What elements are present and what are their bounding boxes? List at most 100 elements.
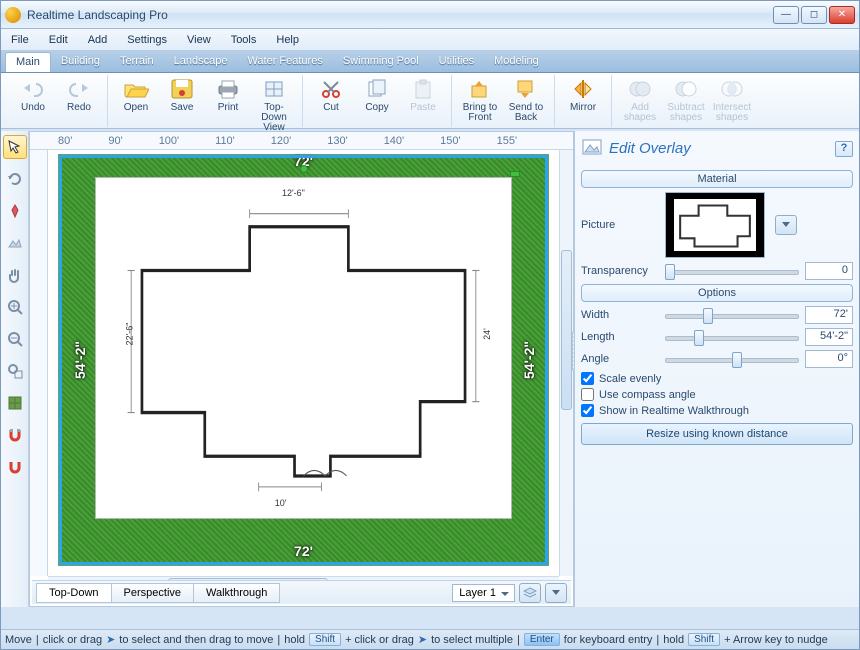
save-button[interactable]: Save (160, 77, 204, 113)
copy-icon (363, 77, 391, 101)
scrollbar-vertical[interactable] (559, 150, 573, 576)
help-button[interactable]: ? (835, 141, 853, 157)
angle-slider[interactable] (665, 351, 799, 367)
lot-outline[interactable]: 72' 72' 54'-2" 54'-2" 12'-6" (58, 154, 549, 566)
tab-utilities[interactable]: Utilities (429, 52, 484, 72)
tab-building[interactable]: Building (51, 52, 110, 72)
rotate-handle-icon[interactable] (300, 165, 308, 173)
tab-main[interactable]: Main (5, 52, 51, 72)
dim-inner-right: 24' (482, 328, 492, 340)
transparency-slider[interactable] (665, 263, 799, 279)
menu-help[interactable]: Help (272, 32, 303, 48)
send-back-icon (512, 77, 540, 101)
ribbon-tabs: Main Building Terrain Landscape Water Fe… (1, 51, 859, 73)
topdown-icon (260, 77, 288, 101)
menu-view[interactable]: View (183, 32, 215, 48)
transparency-value[interactable]: 0 (805, 262, 853, 280)
terrain-tool[interactable] (3, 231, 27, 255)
length-value[interactable]: 54'-2" (805, 328, 853, 346)
ruler-vertical (30, 150, 48, 576)
zoom-out-tool[interactable] (3, 327, 27, 351)
status-move: Move (5, 634, 32, 646)
resize-known-distance-button[interactable]: Resize using known distance (581, 423, 853, 445)
print-button[interactable]: Print (206, 77, 250, 113)
ruler-horizontal: 80'90'100'110'120'130'140'150'155' (30, 132, 573, 150)
panel-title: Edit Overlay (609, 140, 691, 157)
add-shapes-icon (626, 77, 654, 101)
floor-plan: 12'-6" 22'-6" 24' 10' (124, 194, 483, 500)
open-button[interactable]: Open (114, 77, 158, 113)
view-walkthrough[interactable]: Walkthrough (193, 583, 280, 603)
menu-add[interactable]: Add (84, 32, 112, 48)
left-tool-strip (1, 131, 29, 607)
tab-pool[interactable]: Swimming Pool (333, 52, 429, 72)
tab-modeling[interactable]: Modeling (484, 52, 549, 72)
layer-select[interactable]: Layer 1 (452, 584, 515, 602)
subtract-shapes-icon (672, 77, 700, 101)
redo-button[interactable]: Redo (57, 77, 101, 113)
show-walkthrough-checkbox[interactable]: Show in Realtime Walkthrough (581, 404, 853, 417)
layer-dropdown-button[interactable] (545, 583, 567, 603)
length-slider[interactable] (665, 329, 799, 345)
zoom-in-tool[interactable] (3, 295, 27, 319)
mirror-button[interactable]: Mirror (561, 77, 605, 113)
width-slider[interactable] (665, 307, 799, 323)
width-value[interactable]: 72' (805, 306, 853, 324)
undo-button[interactable]: Undo (11, 77, 55, 113)
picture-thumbnail[interactable] (665, 192, 765, 258)
subtract-shapes-button[interactable]: Subtract shapes (664, 77, 708, 123)
canvas-viewport[interactable]: 72' 72' 54'-2" 54'-2" 12'-6" (48, 150, 559, 576)
status-divider: | (36, 634, 39, 646)
printer-icon (214, 77, 242, 101)
shift-key-icon: Shift (309, 633, 341, 646)
view-tabs: Top-Down Perspective Walkthrough Layer 1 (32, 580, 571, 604)
picture-label: Picture (581, 219, 659, 231)
minimize-button[interactable]: — (773, 6, 799, 24)
dim-height-right: 54'-2" (521, 341, 537, 379)
menu-edit[interactable]: Edit (45, 32, 72, 48)
shift-key-icon: Shift (688, 633, 720, 646)
cursor-icon: ➤ (106, 633, 115, 646)
menu-tools[interactable]: Tools (227, 32, 261, 48)
paste-button[interactable]: Paste (401, 77, 445, 113)
design-canvas[interactable]: 80'90'100'110'120'130'140'150'155' 72' 7… (29, 131, 574, 607)
topdown-view-button[interactable]: Top-Down View (252, 77, 296, 133)
rotate-tool[interactable] (3, 167, 27, 191)
snap-tool[interactable] (3, 455, 27, 479)
intersect-shapes-button[interactable]: Intersect shapes (710, 77, 754, 123)
bring-front-icon (466, 77, 494, 101)
redo-icon (65, 77, 93, 101)
tab-landscape[interactable]: Landscape (164, 52, 238, 72)
view-topdown[interactable]: Top-Down (36, 583, 112, 603)
tab-water[interactable]: Water Features (237, 52, 332, 72)
pan-tool[interactable] (3, 263, 27, 287)
zoom-extents-tool[interactable] (3, 359, 27, 383)
close-button[interactable]: ✕ (829, 6, 855, 24)
send-to-back-button[interactable]: Send to Back (504, 77, 548, 123)
cut-button[interactable]: Cut (309, 77, 353, 113)
cursor-icon: ➤ (418, 633, 427, 646)
scale-evenly-checkbox[interactable]: Scale evenly (581, 372, 853, 385)
tab-terrain[interactable]: Terrain (110, 52, 164, 72)
grid-tool[interactable] (3, 391, 27, 415)
bring-to-front-button[interactable]: Bring to Front (458, 77, 502, 123)
marker-tool[interactable] (3, 199, 27, 223)
select-tool[interactable] (3, 135, 27, 159)
dim-inner-top: 12'-6" (282, 188, 305, 198)
compass-angle-checkbox[interactable]: Use compass angle (581, 388, 853, 401)
add-shapes-button[interactable]: Add shapes (618, 77, 662, 123)
transparency-label: Transparency (581, 265, 659, 277)
maximize-button[interactable]: ◻ (801, 6, 827, 24)
menu-settings[interactable]: Settings (123, 32, 171, 48)
overlay-picture[interactable]: 12'-6" 22'-6" 24' 10' (95, 177, 512, 519)
section-material: Material (581, 170, 853, 188)
view-perspective[interactable]: Perspective (111, 583, 194, 603)
window-buttons: — ◻ ✕ (773, 6, 855, 24)
menu-file[interactable]: File (7, 32, 33, 48)
magnet-tool[interactable] (3, 423, 27, 447)
copy-button[interactable]: Copy (355, 77, 399, 113)
angle-value[interactable]: 0° (805, 350, 853, 368)
layers-button[interactable] (519, 583, 541, 603)
picture-dropdown-button[interactable] (775, 215, 797, 235)
app-icon (5, 7, 21, 23)
